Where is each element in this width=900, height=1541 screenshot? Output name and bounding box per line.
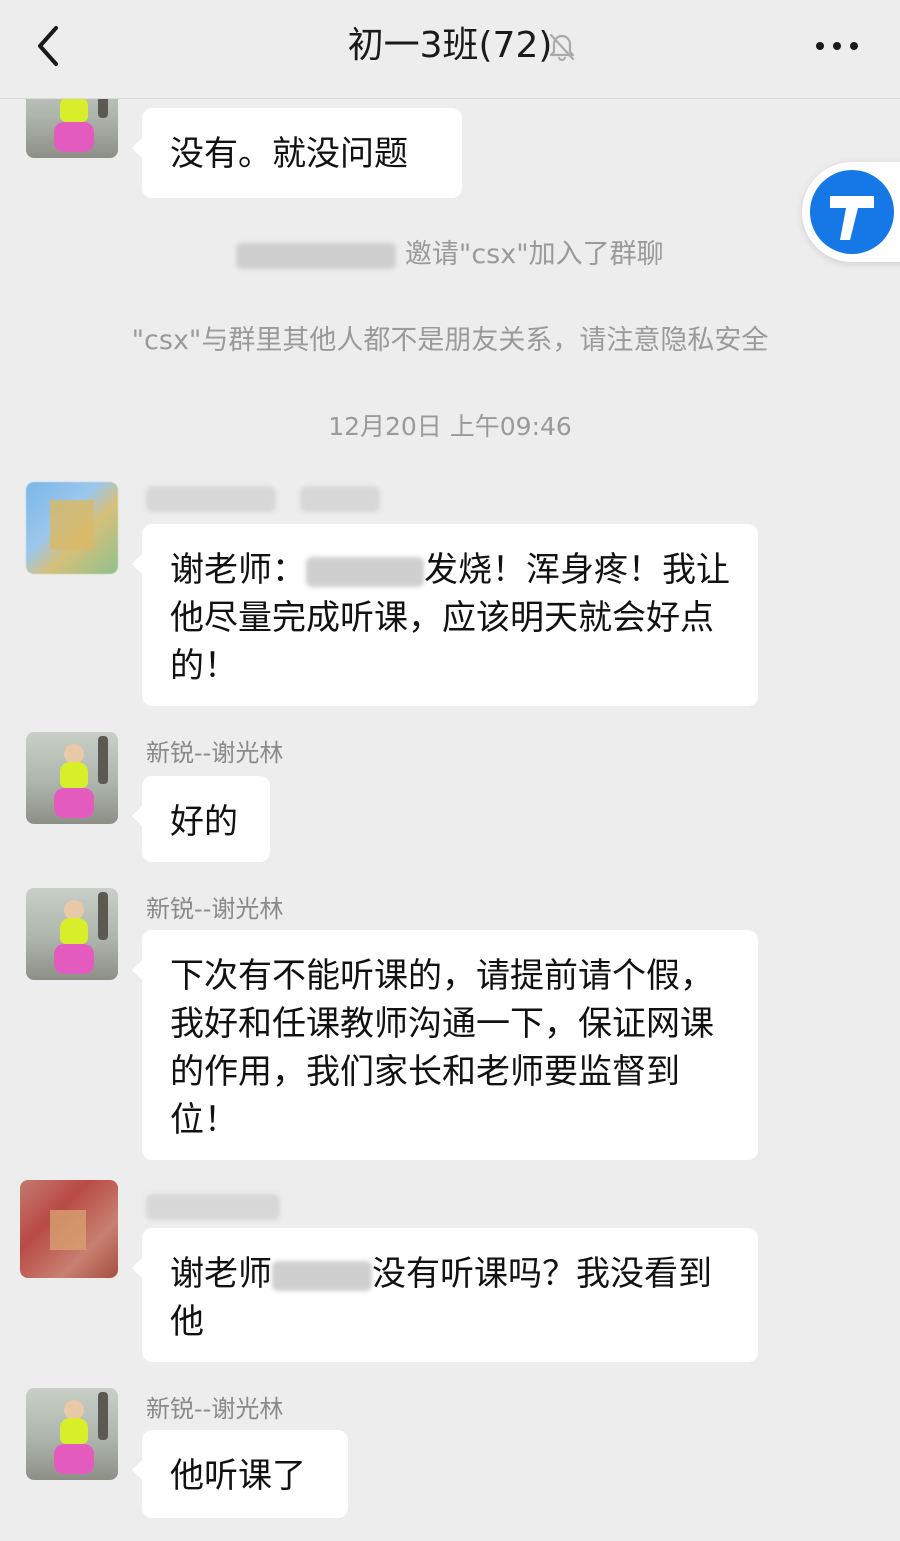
sender-name-redacted xyxy=(146,1194,280,1220)
avatar[interactable] xyxy=(20,1180,118,1278)
redacted-text xyxy=(272,1260,372,1291)
avatar[interactable] xyxy=(26,732,118,824)
bell-off-icon xyxy=(549,33,575,62)
sender-name-redacted xyxy=(300,486,380,512)
avatar[interactable] xyxy=(26,888,118,980)
message-text: 没有。就没问题 xyxy=(170,134,408,174)
sender-name: 新锐--谢光林 xyxy=(146,895,284,923)
floating-circle xyxy=(810,170,894,254)
message-text: 他听课了 xyxy=(170,1456,306,1496)
sender-name: 新锐--谢光林 xyxy=(146,1395,284,1423)
chat-title: 初一3班(72) xyxy=(347,25,553,66)
message-bubble[interactable]: 他听课了 xyxy=(132,1430,348,1518)
avatar[interactable] xyxy=(26,482,118,574)
arrow-up-icon xyxy=(830,196,874,240)
message-bubble[interactable]: 好的 xyxy=(132,776,270,862)
redacted-text xyxy=(306,556,424,587)
system-warning-message: "csx"与群里其他人都不是朋友关系，请注意隐私安全 xyxy=(131,325,769,356)
avatar[interactable] xyxy=(26,1388,118,1480)
sender-name: 新锐--谢光林 xyxy=(146,739,284,767)
more-horizontal-icon xyxy=(816,42,858,50)
chat-header: 初一3班(72) xyxy=(0,0,900,99)
timestamp: 12月20日 上午09:46 xyxy=(328,412,572,441)
floating-action-button[interactable] xyxy=(802,162,900,262)
message-bubble[interactable]: 谢老师 没有听课吗？我没看到他 xyxy=(132,1228,758,1362)
more-button[interactable] xyxy=(812,28,862,64)
message-bubble[interactable]: 下次有不能听课的，请提前请个假，我好和任课教师沟通一下，保证网课的作用，我们家长… xyxy=(132,930,758,1160)
message-text: 下次有不能听课的，请提前请个假，我好和任课教师沟通一下，保证网课的作用，我们家长… xyxy=(170,956,714,1140)
message-bubble[interactable]: 没有。就没问题 xyxy=(132,108,462,198)
redacted-name xyxy=(236,242,397,269)
message-bubble[interactable]: 谢老师： 发烧！浑身疼！我让他尽量完成听课，应该明天就会好点的！ xyxy=(132,524,758,706)
sender-name-redacted xyxy=(146,486,276,512)
system-invite-message: 邀请"csx"加入了群聊 xyxy=(0,238,900,272)
message-text-prefix: 谢老师 xyxy=(170,1254,272,1294)
message-text-prefix: 谢老师： xyxy=(170,550,306,590)
message-text: 好的 xyxy=(170,802,238,842)
